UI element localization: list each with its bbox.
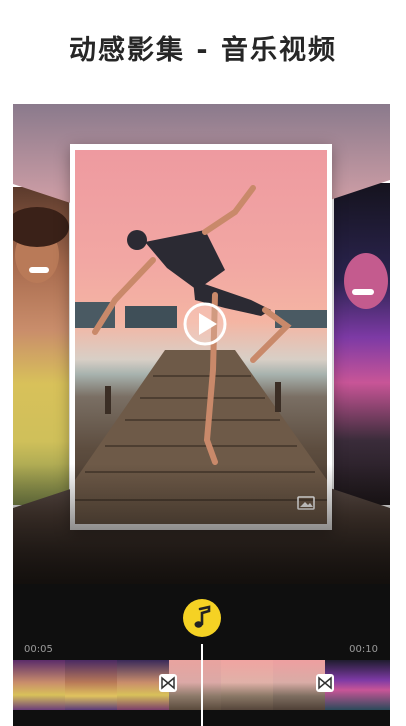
bowtie-transition-icon	[318, 676, 332, 690]
play-icon[interactable]	[183, 302, 227, 346]
main-photo	[75, 150, 327, 524]
page-title: 动感影集 - 音乐视频	[68, 35, 337, 66]
transition-marker[interactable]	[159, 674, 177, 692]
side-photo-right[interactable]	[331, 180, 390, 508]
slideshow-preview	[13, 104, 390, 584]
playhead[interactable]	[201, 644, 203, 726]
photo-frame[interactable]	[70, 144, 332, 530]
start-time: 00:05	[24, 644, 53, 655]
side-photo-left[interactable]	[13, 184, 72, 508]
transition-marker[interactable]	[316, 674, 334, 692]
bowtie-transition-icon	[161, 676, 175, 690]
music-note-icon	[194, 605, 211, 628]
music-button[interactable]	[183, 599, 221, 637]
timeline-panel: 00:05 00:10	[13, 584, 390, 726]
gallery-icon[interactable]	[297, 496, 315, 510]
end-time: 00:10	[349, 644, 378, 655]
